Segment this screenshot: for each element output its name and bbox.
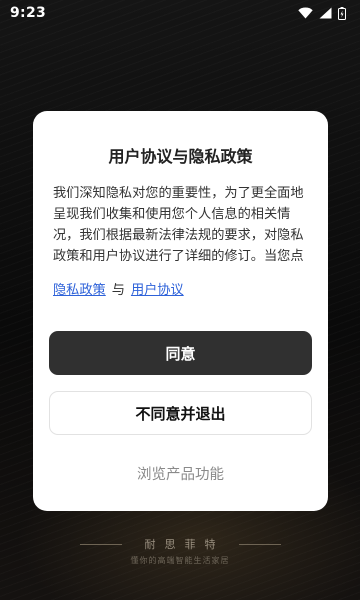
privacy-policy-link[interactable]: 隐私政策 <box>53 279 106 298</box>
status-icons <box>298 6 346 20</box>
brand-divider-left <box>79 543 122 545</box>
policy-links: 隐私政策 与 用户协议 <box>53 279 184 298</box>
policy-text[interactable]: 我们深知隐私对您的重要性，为了更全面地呈现我们收集和使用您个人信息的相关情况，我… <box>53 183 315 261</box>
status-time: 9:23 <box>10 5 47 21</box>
wifi-icon <box>298 7 313 19</box>
brand-name: 耐思菲特 <box>144 538 225 551</box>
dialog-title: 用户协议与隐私政策 <box>108 147 253 166</box>
disagree-exit-button[interactable]: 不同意并退出 <box>49 391 312 435</box>
battery-icon <box>338 6 346 20</box>
brand-divider-right <box>238 543 281 545</box>
user-agreement-link[interactable]: 用户协议 <box>131 279 184 298</box>
privacy-dialog: 用户协议与隐私政策 我们深知隐私对您的重要性，为了更全面地呈现我们收集和使用您个… <box>33 111 328 511</box>
agree-button[interactable]: 同意 <box>49 331 312 375</box>
browse-features-link[interactable]: 浏览产品功能 <box>33 463 328 484</box>
signal-icon <box>319 7 332 19</box>
status-bar: 9:23 <box>0 0 360 26</box>
brand-logo: 耐思菲特 <box>0 536 360 552</box>
and-text: 与 <box>111 283 125 298</box>
brand-slogan: 懂你的高端智能生活家居 <box>130 556 230 565</box>
